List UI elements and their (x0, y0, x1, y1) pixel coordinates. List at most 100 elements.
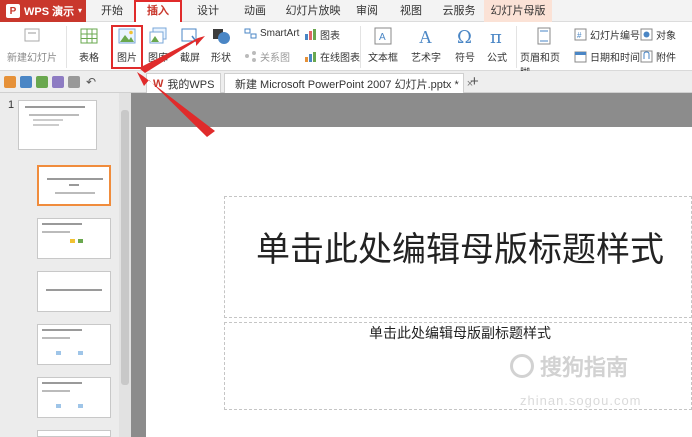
table-button[interactable]: 表格 (72, 22, 106, 64)
menu-bar: P WPS 演示 ▾ 开始 插入 设计 动画 幻灯片放映 审阅 视图 云服务 幻… (0, 0, 692, 22)
slide-number: 1 (8, 99, 15, 111)
svg-text:π: π (490, 27, 502, 46)
online-chart-button[interactable]: 在线图表 (304, 49, 360, 64)
slide-subtitle[interactable]: 单击此处编辑母版副标题样式 (228, 323, 692, 343)
smartart-icon (244, 28, 257, 39)
formula-button[interactable]: π 公式 (484, 22, 510, 64)
relation-icon (245, 51, 256, 62)
online-chart-icon (305, 52, 316, 62)
layout-thumbnail[interactable] (37, 271, 111, 312)
chart-button[interactable]: 图表 (304, 27, 340, 42)
sogou-logo-icon (510, 354, 534, 378)
output-pdf-icon[interactable] (36, 76, 48, 88)
my-wps-label: 我的WPS (167, 78, 215, 91)
save-icon[interactable] (20, 76, 32, 88)
object-button[interactable]: 对象 (640, 27, 676, 42)
textbox-button[interactable]: A 文本框 (364, 22, 402, 64)
document-tab-bar: ↶ W 我的WPS 新建 Microsoft PowerPoint 2007 幻… (0, 71, 692, 93)
undo-icon[interactable]: ↶ (86, 76, 98, 88)
tab-animation[interactable]: 动画 (235, 0, 275, 22)
new-tab-icon[interactable]: + (470, 73, 479, 90)
object-label: 对象 (656, 31, 676, 42)
sogou-watermark: 搜狗指南 (510, 350, 628, 382)
layout-thumbnail[interactable] (37, 324, 111, 365)
picture-highlight-box (111, 25, 143, 69)
textbox-icon: A (374, 27, 392, 45)
symbol-button[interactable]: Ω 符号 (450, 22, 480, 64)
svg-text:A: A (419, 27, 432, 46)
print-icon[interactable] (52, 76, 64, 88)
tab-my-wps[interactable]: W 我的WPS (146, 73, 222, 93)
gallery-label: 图库 (148, 53, 168, 64)
attachment-button[interactable]: 附件 (640, 49, 676, 64)
layout-thumbnail-title[interactable] (37, 165, 111, 206)
layout-thumbnail[interactable] (37, 377, 111, 418)
app-name: WPS 演示 (24, 6, 75, 18)
screenshot-label: 截屏 (180, 53, 200, 64)
tab-home[interactable]: 开始 (92, 0, 132, 22)
wps-app-menu[interactable]: P WPS 演示 ▾ (0, 0, 86, 22)
table-icon (80, 28, 98, 44)
relation-button[interactable]: 关系图 (244, 49, 290, 64)
svg-text:Ω: Ω (457, 27, 472, 46)
textbox-label: 文本框 (368, 53, 398, 64)
tab-view[interactable]: 视图 (392, 0, 430, 22)
tab-cloud[interactable]: 云服务 (437, 0, 481, 22)
paperclip-icon (640, 50, 653, 63)
new-slide-label: 新建幻灯片 (7, 53, 57, 64)
shape-label: 形状 (211, 53, 231, 64)
wps-logo-icon: P (6, 4, 20, 18)
wps-icon: W (153, 77, 164, 90)
master-slide-thumbnail[interactable] (18, 100, 97, 150)
chart-icon (305, 29, 316, 40)
pi-icon: π (490, 27, 502, 46)
tab-insert[interactable]: 插入 (134, 0, 182, 22)
new-slide-button[interactable]: 新建幻灯片 (4, 22, 60, 64)
slide-number-icon: # (574, 28, 587, 41)
open-icon[interactable] (4, 76, 16, 88)
tab-slide-master[interactable]: 幻灯片母版 (484, 0, 552, 22)
scrollbar-thumb[interactable] (121, 110, 129, 385)
shape-icon (213, 29, 230, 44)
tab-slideshow[interactable]: 幻灯片放映 (280, 0, 346, 22)
tab-review[interactable]: 审阅 (348, 0, 386, 22)
formula-label: 公式 (487, 53, 507, 64)
shape-button[interactable]: 形状 (206, 22, 236, 64)
smartart-label: SmartArt (260, 28, 300, 39)
online-chart-label: 在线图表 (320, 53, 360, 64)
gallery-button[interactable]: 图库 (144, 22, 172, 64)
calendar-icon (574, 51, 587, 63)
wordart-button[interactable]: A 艺术字 (406, 22, 446, 64)
new-slide-icon (24, 28, 40, 42)
screenshot-icon (181, 28, 199, 45)
preview-icon[interactable] (68, 76, 80, 88)
ribbon-divider (66, 26, 67, 68)
slide-number-label: 幻灯片编号 (590, 31, 640, 42)
layout-thumbnail[interactable] (37, 430, 111, 437)
omega-icon: Ω (457, 27, 472, 46)
watermark-url: zhinan.sogou.com (520, 393, 642, 408)
ribbon-divider (516, 26, 517, 68)
date-time-button[interactable]: 日期和时间 (574, 49, 640, 64)
gallery-icon (149, 27, 167, 44)
wordart-icon: A (419, 27, 432, 46)
ribbon-divider (360, 26, 361, 68)
table-label: 表格 (79, 53, 99, 64)
smartart-button[interactable]: SmartArt (244, 27, 299, 40)
document-tab-label: 新建 Microsoft PowerPoint 2007 幻灯片.pptx * (235, 78, 459, 91)
svg-text:#: # (577, 31, 582, 40)
tab-design[interactable]: 设计 (188, 0, 228, 22)
chevron-down-icon: ▾ (77, 6, 82, 15)
screenshot-button[interactable]: 截屏 (174, 22, 206, 64)
symbol-label: 符号 (455, 53, 475, 64)
object-icon (640, 28, 653, 41)
layout-thumbnail[interactable] (37, 218, 111, 259)
watermark-brand: 搜狗指南 (540, 355, 629, 380)
tab-document[interactable]: 新建 Microsoft PowerPoint 2007 幻灯片.pptx * … (224, 73, 473, 93)
ribbon: 新建幻灯片 表格 图片 图库 截屏 形状 SmartArt 图表 关系图 在线图… (0, 22, 692, 79)
relation-label: 关系图 (260, 53, 290, 64)
chart-label: 图表 (320, 31, 340, 42)
wordart-label: 艺术字 (411, 53, 441, 64)
slide-title[interactable]: 单击此处编辑母版标题样式 (228, 228, 692, 272)
slide-number-button[interactable]: # 幻灯片编号 (574, 27, 640, 42)
